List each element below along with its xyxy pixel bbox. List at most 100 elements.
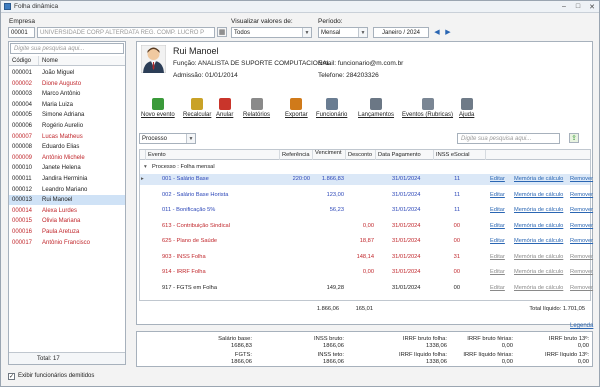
list-item[interactable]: 000002 Dione Augusto [9,79,125,89]
col-nome[interactable]: Nome [39,56,125,65]
table-row[interactable]: 002 - Salário Base Horista 123,00 31/01/20… [140,190,593,201]
chevron-down-icon[interactable]: ▾ [144,164,147,170]
list-item[interactable]: 000005 Simone Adriana [9,110,125,120]
edit-link[interactable]: Editar [490,269,505,275]
list-item[interactable]: 000016 Paula Aretuza [9,227,125,237]
toolbar-button[interactable]: Relatórios [243,98,270,118]
event-desconto: 0,00 [362,269,374,275]
table-row[interactable]: 613 - Contribuição Sindical 0,00 31/01/202… [140,221,593,232]
memory-calc-link[interactable]: Memória de cálculo [514,269,563,275]
edit-link[interactable]: Editar [490,192,505,198]
toolbar-button[interactable]: Exportar [285,98,308,118]
table-row[interactable]: 914 - IRRF Folha 0,00 31/01/2024 00 Editar Me… [140,267,593,278]
memory-calc-link[interactable]: Memória de cálculo [514,238,563,244]
memory-calc-link[interactable]: Memória de cálculo [514,223,563,229]
irrf-liquido-ferias: IRRF líquido férias: 0,00 [451,352,513,366]
toolbar-icon [191,98,204,110]
list-item[interactable]: 000015 Olivia Mariana [9,216,125,226]
col-data-pagamento[interactable]: Data Pagamento [376,150,434,160]
remove-link[interactable]: Remover [570,238,593,244]
grid-search-input[interactable]: Digite sua pesquisa aqui... [457,133,560,144]
list-item[interactable]: 000007 Lucas Matheus [9,132,125,142]
remove-link[interactable]: Remover [570,269,593,275]
memory-calc-link[interactable]: Memória de cálculo [514,192,563,198]
periodo-month-input[interactable]: Janeiro / 2024 [373,27,429,38]
calendar-icon[interactable]: ▦ [217,27,227,37]
list-item[interactable]: 000006 Rogério Aurelio [9,121,125,131]
list-item[interactable]: 000004 Maria Luiza [9,100,125,110]
minimize-icon[interactable]: – [557,2,571,11]
prev-period-icon[interactable]: ◀ [432,27,442,37]
table-row[interactable]: ▸ 001 - Salário Base 220:00 1.866,83 31/01/2… [140,174,593,185]
row-pointer-icon: ▸ [141,176,144,182]
col-evento[interactable]: Evento [146,150,280,160]
employee-code: 000011 [12,176,32,182]
col-vencimento[interactable]: Venciment [313,150,346,160]
table-row[interactable]: 917 - FGTS em Folha 149,28 31/01/2024 00 Edi… [140,283,593,294]
edit-link[interactable]: Editar [490,254,505,260]
periodo-select[interactable]: Mensal ▼ [318,27,368,38]
list-item[interactable]: 000009 Antônio Michele [9,153,125,163]
list-item[interactable]: 000012 Leandro Mariano [9,185,125,195]
edit-link[interactable]: Editar [490,238,505,244]
show-dismissed-checkbox[interactable]: ✓ [8,373,15,380]
event-name: 903 - INSS Folha [162,253,206,260]
chevron-down-icon[interactable]: ▼ [302,28,311,37]
toolbar-button[interactable]: Eventos (Rubricas) [402,98,453,118]
group-row[interactable]: ▾ Processo : Folha mensal [140,162,590,173]
edit-link[interactable]: Editar [490,285,505,291]
col-inss-esocial[interactable]: INSS eSocial [434,150,486,160]
list-item[interactable]: 000008 Eduardo Elias [9,142,125,152]
employee-name-cell: Rui Manoel [42,197,73,204]
export-grid-icon[interactable]: ⇪ [569,133,579,143]
memory-calc-link[interactable]: Memória de cálculo [514,176,563,182]
legend-link[interactable]: Legenda [570,323,593,329]
close-icon[interactable]: ✕ [585,2,599,11]
edit-link[interactable]: Editar [490,223,505,229]
toolbar-button[interactable]: Ajuda [459,98,474,118]
toolbar-button[interactable]: Recalcular [183,98,211,118]
remove-link[interactable]: Remover [570,223,593,229]
valores-select[interactable]: Todos ▼ [231,27,312,38]
edit-link[interactable]: Editar [490,207,505,213]
remove-link[interactable]: Remover [570,192,593,198]
col-referencia[interactable]: Referência [280,150,313,160]
chevron-down-icon[interactable]: ▼ [186,134,195,143]
toolbar-label: Recalcular [183,112,212,118]
toolbar-button[interactable]: Lançamentos [358,98,394,118]
toolbar-button[interactable]: Novo evento [141,98,175,118]
memory-calc-link[interactable]: Memória de cálculo [514,207,563,213]
table-row[interactable]: 011 - Bonificação 5% 56,23 31/01/2024 11 Edi… [140,205,593,216]
col-desconto[interactable]: Desconto [346,150,376,160]
toolbar-label: Relatórios [243,112,271,118]
memory-calc-link[interactable]: Memória de cálculo [514,285,563,291]
employee-code: 000012 [12,186,33,193]
table-row[interactable]: 625 - Plano de Saúde 18,87 31/01/2024 00 Edi… [140,236,593,247]
list-item[interactable]: 000010 Janete Helena [9,163,125,173]
maximize-icon[interactable]: □ [571,2,585,11]
list-item[interactable]: 000013 Rui Manoel [9,195,125,206]
remove-link[interactable]: Remover [570,254,593,260]
list-item[interactable]: 000003 Marco Antônio [9,89,125,99]
table-row[interactable]: 903 - INSS Folha 148,14 31/01/2024 31 Editar… [140,252,593,263]
remove-link[interactable]: Remover [570,285,593,291]
next-period-icon[interactable]: ▶ [443,27,453,37]
list-item[interactable]: 000001 João Miguel [9,68,125,78]
edit-link[interactable]: Editar [490,176,505,182]
toolbar-icon [218,98,231,110]
toolbar-button[interactable]: Anular [216,98,233,118]
employee-search-input[interactable]: Digite sua pesquisa aqui... [10,43,124,54]
chevron-down-icon[interactable]: ▼ [358,28,367,37]
list-item[interactable]: 000017 Antônio Francisco [9,238,125,248]
col-codigo[interactable]: Código [9,56,39,65]
list-item[interactable]: 000014 Alexa Lurdes [9,206,125,216]
toolbar-button[interactable]: Funcionário [316,98,347,118]
empresa-code-input[interactable]: 00001 [8,27,35,38]
empresa-name-input[interactable]: UNIVERSIDADE CORP ALTERDATA REG. COMP. L… [37,27,215,38]
list-item[interactable]: 000011 Jandira Herminia [9,174,125,184]
group-select[interactable]: Processo ▼ [139,133,196,144]
sum-desconto: 165,01 [355,306,373,312]
remove-link[interactable]: Remover [570,207,593,213]
remove-link[interactable]: Remover [570,176,593,182]
memory-calc-link[interactable]: Memória de cálculo [514,254,563,260]
